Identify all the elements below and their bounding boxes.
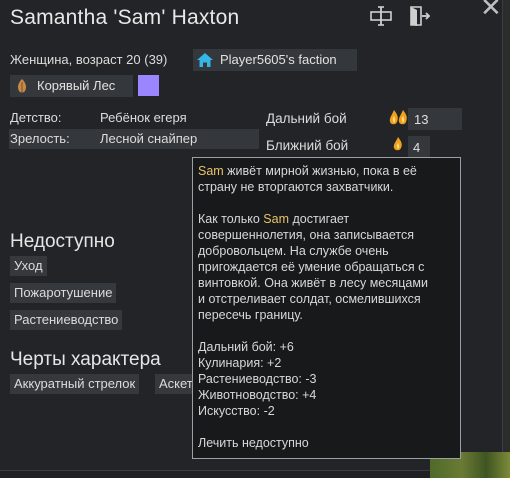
double-flame-icon <box>388 108 410 133</box>
childhood-label: Детство: <box>10 110 62 125</box>
tooltip-line: и отстреливает солдат, осмелившихся <box>198 292 421 306</box>
skill-melee-label: Ближний бой <box>266 138 349 153</box>
backstory-tooltip: Sam живёт мирной жизнью, пока в её стран… <box>192 157 461 459</box>
flame-icon <box>392 136 404 157</box>
banish-icon[interactable] <box>407 4 431 28</box>
house-icon <box>196 52 214 73</box>
disabled-work-note: Лечить недоступно <box>198 436 309 450</box>
origin-button[interactable]: Корявый Лес <box>10 75 133 97</box>
tooltip-line: Как только Sam достигает <box>198 212 350 226</box>
incapable-tag[interactable]: Растениеводство <box>10 310 123 330</box>
skill-modifier: Кулинария: +2 <box>198 356 282 370</box>
tooltip-line: пересечь границу. <box>198 308 303 322</box>
adulthood-label: Зрелость: <box>10 131 70 146</box>
pawn-name-highlight: Sam <box>263 212 289 226</box>
skill-modifier: Искусство: -2 <box>198 404 275 418</box>
faction-button[interactable]: Player5605's faction <box>193 49 357 71</box>
character-name: Samantha 'Sam' Haxton <box>10 6 240 29</box>
gender-age: Женщина, возраст 20 (39) <box>10 52 168 67</box>
skill-ranged-label: Дальний бой <box>266 111 347 126</box>
close-icon[interactable]: ✕ <box>480 0 502 23</box>
incapable-tag[interactable]: Уход <box>10 256 47 276</box>
incapable-title: Недоступно <box>10 231 115 252</box>
skill-melee-bar[interactable]: 4 <box>408 136 430 158</box>
skill-ranged-bar[interactable]: 13 <box>408 108 462 130</box>
tooltip-line: страну не вторгаются захватчики. <box>198 180 394 194</box>
origin-label: Корявый Лес <box>37 78 116 93</box>
skill-melee-value: 4 <box>413 140 421 155</box>
skill-modifier: Дальний бой: +6 <box>198 340 294 354</box>
tooltip-line: добровольцем. На службе очень <box>198 244 389 258</box>
tooltip-line: совершеннолетия, она записывается <box>198 228 415 242</box>
skill-modifier: Растениеводство: -3 <box>198 372 317 386</box>
faction-color-swatch <box>138 75 159 96</box>
trait-tag[interactable]: Аккуратный стрелок <box>10 374 140 394</box>
tooltip-line: винтовкой. Она живёт в лесу месяцами <box>198 276 428 290</box>
childhood-value: Ребёнок егеря <box>100 110 187 125</box>
tooltip-line: пригождается её умение обращаться с <box>198 260 425 274</box>
incapable-tag[interactable]: Пожаротушение <box>10 283 117 303</box>
tooltip-line: Sam живёт мирной жизнью, пока в её <box>198 164 417 178</box>
trait-tag[interactable]: Аскет <box>155 374 197 394</box>
skill-modifier: Животноводство: +4 <box>198 388 317 402</box>
rename-icon[interactable] <box>369 4 393 28</box>
adulthood-value: Лесной снайпер <box>100 131 198 146</box>
leaf-icon <box>14 78 30 99</box>
map-edge <box>503 0 510 478</box>
faction-label: Player5605's faction <box>220 52 337 67</box>
skill-ranged-value: 13 <box>414 112 429 127</box>
traits-title: Черты характера <box>10 349 161 370</box>
pawn-name-highlight: Sam <box>198 164 224 178</box>
